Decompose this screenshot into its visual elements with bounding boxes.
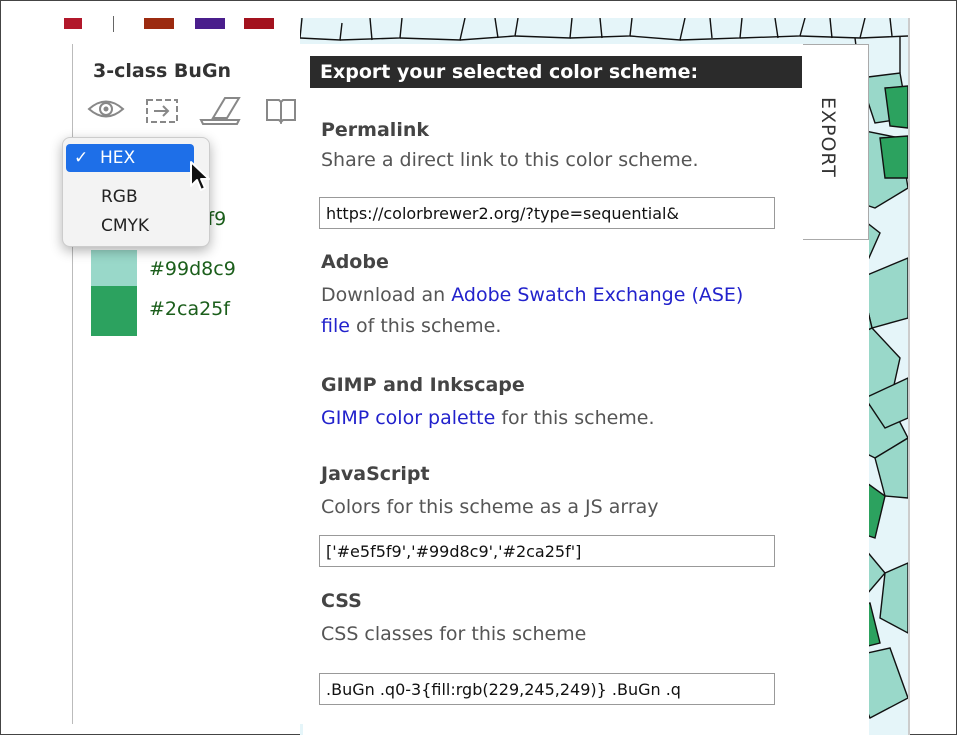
adobe-desc-prefix: Download an [321, 284, 452, 306]
gimp-desc: GIMP color palette for this scheme. [321, 403, 791, 434]
top-swatch-3[interactable] [195, 18, 225, 29]
gimp-desc-suffix: for this scheme. [495, 407, 655, 429]
css-title: CSS [321, 590, 362, 612]
javascript-field[interactable] [319, 535, 775, 567]
checkmark-icon: ✓ [74, 148, 89, 168]
option-label: HEX [100, 148, 136, 168]
color-3-label: #2ca25f [149, 298, 230, 320]
laptop-icon[interactable] [199, 96, 243, 126]
javascript-title: JavaScript [321, 463, 430, 485]
css-field[interactable] [319, 673, 775, 705]
top-swatch-strip [64, 16, 304, 32]
dropdown-option-cmyk[interactable]: CMYK [67, 212, 193, 240]
dropdown-option-hex[interactable]: ✓ HEX [66, 144, 194, 172]
option-label: CMYK [101, 216, 150, 236]
swatch-2[interactable] [91, 250, 137, 286]
permalink-desc: Share a direct link to this color scheme… [321, 149, 699, 171]
permalink-field[interactable] [319, 197, 775, 229]
top-swatch-1[interactable] [64, 18, 82, 29]
swatch-3[interactable] [91, 286, 137, 336]
scheme-title: 3-class BuGn [93, 60, 232, 82]
adobe-title: Adobe [321, 251, 389, 273]
export-tab-label: EXPORT [817, 97, 839, 178]
javascript-desc: Colors for this scheme as a JS array [321, 496, 659, 518]
export-panel: Export your selected color scheme: EXPOR… [303, 44, 869, 740]
scheme-toolbar [87, 96, 305, 132]
export-tab[interactable]: EXPORT [803, 44, 869, 240]
top-swatch-2[interactable] [144, 18, 174, 29]
color-2-label: #99d8c9 [149, 258, 236, 280]
top-swatch-4[interactable] [244, 18, 274, 29]
eye-icon[interactable] [87, 96, 125, 122]
map-right-edge [908, 18, 910, 735]
dropdown-option-rgb[interactable]: RGB [67, 183, 193, 211]
gimp-palette-link[interactable]: GIMP color palette [321, 407, 495, 429]
adobe-desc-suffix: of this scheme. [349, 315, 502, 337]
export-icon[interactable] [145, 96, 181, 124]
option-label: RGB [101, 187, 138, 207]
gimp-title: GIMP and Inkscape [321, 374, 525, 396]
mouse-cursor-icon [190, 161, 210, 191]
css-desc: CSS classes for this scheme [321, 623, 587, 645]
divider [113, 16, 114, 32]
permalink-title: Permalink [321, 119, 429, 141]
book-icon[interactable] [263, 96, 299, 124]
export-header: Export your selected color scheme: [310, 56, 802, 88]
adobe-desc: Download an Adobe Swatch Exchange (ASE) … [321, 280, 751, 342]
